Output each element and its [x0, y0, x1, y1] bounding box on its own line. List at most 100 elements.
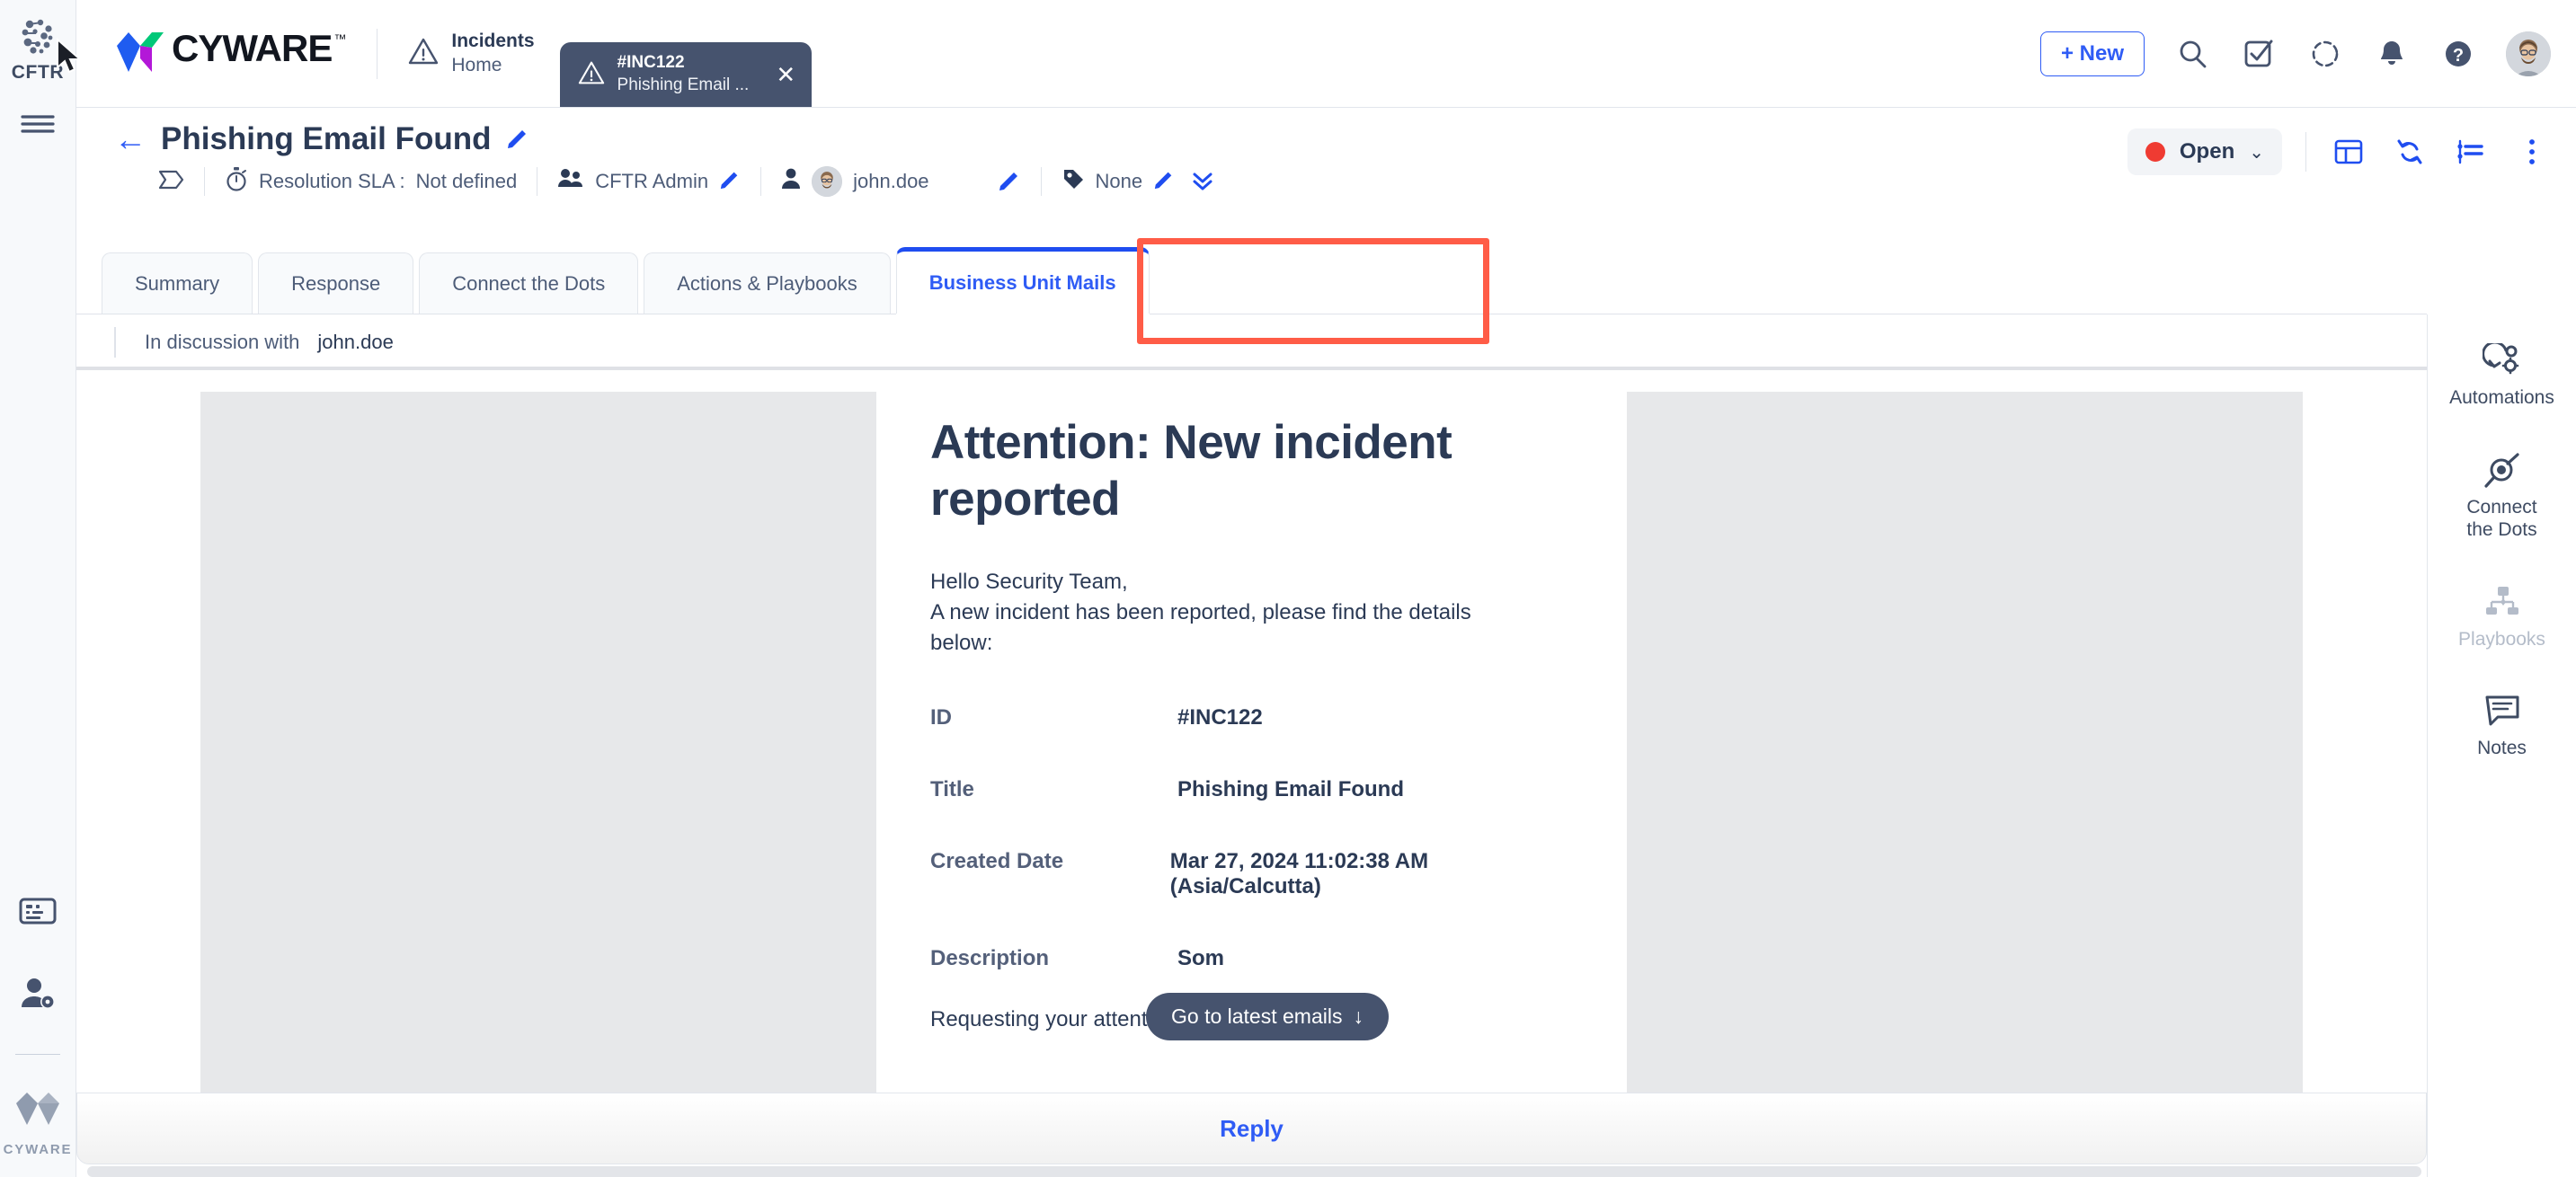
avatar[interactable]	[2506, 31, 2551, 76]
discussion-bar: In discussion with john.doe	[76, 314, 2427, 370]
tasks-check-icon[interactable]	[2240, 35, 2278, 73]
chevron-down-icon[interactable]: ⌄	[2249, 141, 2264, 164]
detail-value: Phishing Email Found	[1177, 777, 1404, 802]
go-to-latest-emails-button[interactable]: Go to latest emails ↓	[1146, 993, 1389, 1040]
new-button[interactable]: + New	[2040, 31, 2145, 76]
discussion-accent	[114, 327, 116, 358]
reply-bar: Reply	[76, 1093, 2427, 1164]
notes-icon	[2483, 692, 2521, 731]
tab-label: Summary	[135, 272, 219, 296]
topbar-actions: + New	[2040, 31, 2551, 76]
tab-business-unit-mails[interactable]: Business Unit Mails	[896, 247, 1150, 314]
close-icon[interactable]: ✕	[776, 63, 795, 86]
sidebar-item-label: Playbooks	[2458, 628, 2545, 651]
activity-list-icon[interactable]	[2452, 133, 2490, 171]
mail-intro-line2: below:	[930, 628, 1573, 659]
assignee-item: john.doe	[781, 166, 928, 197]
mail-content: Attention: New incident reported Hello S…	[876, 392, 1627, 1096]
form-view-icon[interactable]	[15, 889, 60, 934]
status-dot-icon	[2145, 142, 2165, 162]
incident-warning-icon	[578, 60, 605, 90]
sidebar-item-notes[interactable]: Notes	[2435, 692, 2570, 760]
detail-value: #INC122	[1177, 705, 1263, 730]
tab-label: Connect the Dots	[452, 272, 605, 296]
reply-button[interactable]: Reply	[1220, 1115, 1284, 1143]
header-actions: Open ⌄	[2127, 128, 2551, 175]
sla-label: Resolution SLA :	[259, 170, 405, 193]
mail-heading: Attention: New incident reported	[930, 415, 1573, 527]
page-title: Phishing Email Found	[161, 121, 492, 157]
trademark-symbol: ™	[333, 31, 346, 46]
hamburger-menu-icon[interactable]	[17, 109, 58, 139]
status-badge[interactable]: Open ⌄	[2127, 128, 2282, 175]
sidebar-item-label: Notes	[2477, 737, 2527, 760]
comment-icon[interactable]	[157, 168, 184, 196]
doc-tab-title: Phishing Email ...	[617, 75, 750, 97]
meta-divider	[204, 167, 205, 196]
detail-key: Description	[930, 946, 1177, 971]
cyware-brand-footer: CYWARE	[4, 1089, 73, 1157]
meta-divider	[1041, 167, 1042, 196]
molecule-icon	[17, 16, 58, 58]
mail-greeting: Hello Security Team,	[930, 567, 1573, 597]
back-button[interactable]: ←	[114, 123, 147, 155]
mail-intro-line1: A new incident has been reported, please…	[930, 597, 1573, 628]
notifications-bell-icon[interactable]	[2373, 35, 2411, 73]
search-icon[interactable]	[2173, 35, 2211, 73]
stopwatch-icon	[225, 166, 248, 197]
mouse-cursor-icon	[56, 38, 86, 84]
assignee-avatar	[812, 166, 842, 197]
left-sidebar: CFTR	[0, 0, 76, 1177]
detail-value: Mar 27, 2024 11:02:38 AM (Asia/Calcutta)	[1170, 849, 1573, 899]
layout-panel-icon[interactable]	[2330, 133, 2367, 171]
status-label: Open	[2180, 139, 2234, 164]
tab-connect-the-dots[interactable]: Connect the Dots	[419, 252, 638, 314]
app-root: CFTR	[0, 0, 2576, 1177]
help-question-icon[interactable]: ?	[2439, 35, 2477, 73]
pencil-icon[interactable]	[506, 126, 529, 154]
cyware-logo[interactable]: CYWARE ™	[114, 30, 346, 78]
automations-icon	[2483, 341, 2522, 381]
document-tab-inc122[interactable]: #INC122 Phishing Email ... ✕	[560, 42, 813, 107]
group-item: CFTR Admin	[557, 167, 741, 196]
page-header: ← Phishing Email Found	[76, 109, 2576, 224]
horizontal-scrollbar[interactable]	[87, 1166, 2421, 1177]
pencil-icon[interactable]	[998, 168, 1021, 196]
activity-loading-icon[interactable]	[2306, 35, 2344, 73]
group-value: CFTR Admin	[595, 170, 708, 193]
more-vertical-icon[interactable]	[2513, 133, 2551, 171]
sidebar-item-automations[interactable]: Automations	[2435, 341, 2570, 410]
rail-divider	[15, 1054, 60, 1055]
pencil-icon[interactable]	[719, 168, 741, 195]
refresh-icon[interactable]	[2391, 133, 2429, 171]
detail-key: ID	[930, 705, 1177, 730]
group-icon	[557, 167, 584, 196]
discussion-user: john.doe	[317, 331, 393, 354]
detail-key: Created Date	[930, 849, 1170, 899]
connect-label-text: Connect the Dots	[2466, 497, 2536, 541]
user-settings-icon[interactable]	[15, 971, 60, 1016]
tab-actions-playbooks[interactable]: Actions & Playbooks	[644, 252, 891, 314]
pencil-icon[interactable]	[1153, 168, 1175, 195]
mail-intro: Hello Security Team, A new incident has …	[930, 567, 1573, 659]
nav-incidents-home[interactable]: Incidents Home	[408, 30, 534, 78]
tag-value: None	[1096, 170, 1143, 193]
cyware-brand-label: CYWARE	[4, 1142, 73, 1157]
discussion-label: In discussion with	[145, 331, 299, 354]
tab-label: Actions & Playbooks	[677, 272, 857, 296]
tab-response[interactable]: Response	[258, 252, 413, 314]
mail-detail-row: Title Phishing Email Found	[930, 777, 1573, 802]
connect-the-dots-icon	[2483, 451, 2522, 491]
top-bar: CYWARE ™ Incidents Home	[76, 0, 2576, 108]
tag-item: None	[1061, 167, 1176, 196]
nav-line2: Home	[451, 54, 534, 78]
playbooks-icon	[2483, 583, 2522, 623]
tab-label: Response	[291, 272, 380, 296]
mail-detail-row: ID #INC122	[930, 705, 1573, 730]
arrow-down-icon: ↓	[1353, 1004, 1364, 1029]
sidebar-item-label: Automations	[2449, 386, 2554, 410]
double-chevron-down-icon[interactable]	[1189, 167, 1216, 197]
sidebar-item-playbooks[interactable]: Playbooks	[2435, 583, 2570, 651]
sidebar-item-connect-the-dots[interactable]: Connect the Dots	[2435, 451, 2570, 542]
tab-summary[interactable]: Summary	[102, 252, 253, 314]
